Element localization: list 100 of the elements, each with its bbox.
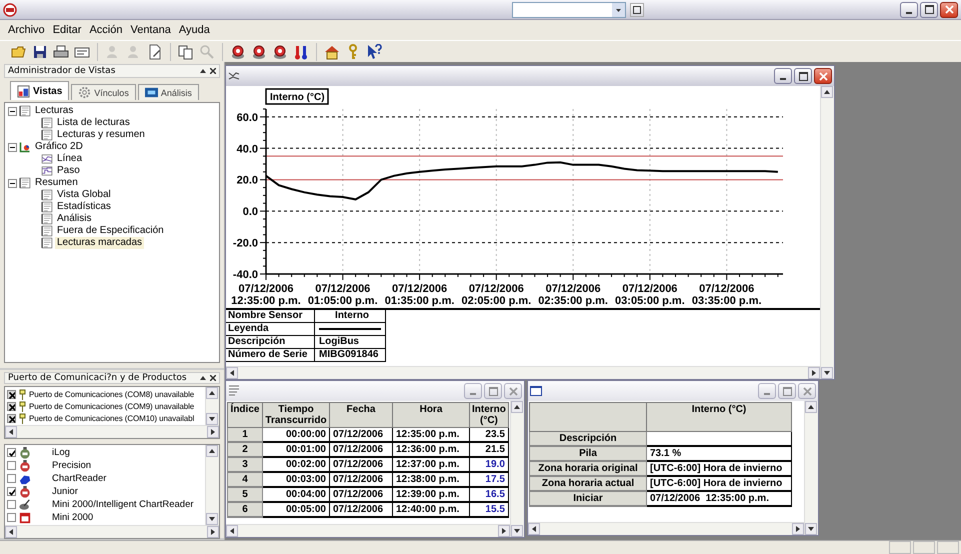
scroll-left-icon[interactable] xyxy=(226,525,238,537)
column-header[interactable]: Tiempo Transcurrido xyxy=(262,402,330,428)
maximize-button[interactable] xyxy=(794,68,812,84)
close-icon[interactable] xyxy=(210,68,216,74)
tab[interactable]: Análisis xyxy=(138,84,199,100)
checkbox[interactable] xyxy=(7,487,16,496)
checkbox[interactable] xyxy=(7,474,16,483)
tree-item[interactable]: Línea xyxy=(55,153,84,165)
list-item[interactable]: Precision xyxy=(52,460,92,471)
tab[interactable]: Vistas xyxy=(10,81,70,100)
scroll-right-icon[interactable] xyxy=(207,526,219,538)
scroll-left-icon[interactable] xyxy=(5,426,17,438)
column-header[interactable]: Interno (°C) xyxy=(470,402,508,428)
minimize-button[interactable] xyxy=(900,2,918,18)
scroll-left-icon[interactable] xyxy=(5,526,17,538)
checkbox[interactable] xyxy=(7,402,16,410)
printer-icon[interactable] xyxy=(52,42,70,60)
tree-item[interactable]: Resumen xyxy=(33,177,80,189)
scroll-down-icon[interactable] xyxy=(206,513,218,525)
tree-item[interactable]: Estadísticas xyxy=(55,201,113,213)
scroll-down-icon[interactable] xyxy=(805,523,817,535)
horizontal-scrollbar[interactable] xyxy=(226,366,820,379)
scroll-up-icon[interactable] xyxy=(805,401,817,413)
tree-item[interactable]: Lecturas y resumen xyxy=(55,129,147,141)
scroll-left-icon[interactable] xyxy=(226,367,238,379)
device-icon[interactable] xyxy=(250,42,268,60)
tab[interactable]: Vínculos xyxy=(71,84,136,100)
help-pointer-icon[interactable] xyxy=(365,42,383,60)
collapse-icon[interactable] xyxy=(8,178,17,188)
scroll-right-icon[interactable] xyxy=(792,523,804,535)
column-header[interactable]: Interno (°C) xyxy=(646,402,792,432)
scroll-up-icon[interactable] xyxy=(206,387,218,399)
menu-item[interactable]: Acción xyxy=(85,24,126,36)
scroll-right-icon[interactable] xyxy=(808,367,820,379)
list-item[interactable]: ChartReader xyxy=(52,473,106,484)
horizontal-scrollbar[interactable] xyxy=(5,425,219,438)
vertical-scrollbar[interactable] xyxy=(820,86,834,379)
scroll-right-icon[interactable] xyxy=(498,525,510,537)
tree-item[interactable]: Lista de lecturas xyxy=(55,117,132,129)
vertical-scrollbar[interactable] xyxy=(510,401,524,537)
table-cell: 07/12/2006 xyxy=(330,442,392,457)
list-item[interactable]: iLog xyxy=(52,447,70,458)
menu-item[interactable]: Archivo xyxy=(4,24,49,36)
checkbox[interactable] xyxy=(7,390,16,398)
maximize-button[interactable] xyxy=(920,2,938,18)
column-header[interactable]: Hora xyxy=(392,402,470,428)
scroll-down-icon[interactable] xyxy=(821,367,833,379)
pin-icon[interactable] xyxy=(200,68,206,74)
tree-item[interactable]: Análisis xyxy=(55,213,94,225)
close-button[interactable] xyxy=(940,2,958,18)
restore-button[interactable] xyxy=(630,2,644,16)
copy-icon[interactable] xyxy=(177,42,195,60)
list-item[interactable]: Mini 2000/Intelligent ChartReader xyxy=(52,499,194,510)
scroll-up-icon[interactable] xyxy=(821,86,833,98)
device-icon[interactable] xyxy=(271,42,289,60)
table-cell: 07/12/2006 xyxy=(330,428,392,442)
dropdown-field[interactable] xyxy=(512,2,626,18)
checkbox[interactable] xyxy=(7,448,16,457)
minimize-button[interactable] xyxy=(774,68,792,84)
menu-item[interactable]: Editar xyxy=(48,24,86,36)
collapse-icon[interactable] xyxy=(8,142,17,152)
close-icon[interactable] xyxy=(210,375,216,381)
checkbox[interactable] xyxy=(7,513,16,522)
tree-item[interactable]: Vista Global xyxy=(55,189,113,201)
horizontal-scrollbar[interactable] xyxy=(528,522,804,535)
scroll-up-icon[interactable] xyxy=(206,445,218,457)
horizontal-scrollbar[interactable] xyxy=(5,525,219,538)
scroll-up-icon[interactable] xyxy=(511,401,523,413)
vertical-scrollbar[interactable] xyxy=(205,445,219,525)
tree-item[interactable]: Lecturas xyxy=(33,105,76,117)
tree-item[interactable]: Paso xyxy=(55,165,82,177)
pin-icon[interactable] xyxy=(200,375,206,381)
table-cell: Nombre Sensor xyxy=(226,310,315,322)
scroll-right-icon[interactable] xyxy=(207,426,219,438)
horizontal-scrollbar[interactable] xyxy=(226,524,510,537)
list-item[interactable]: Junior xyxy=(52,486,78,497)
column-header[interactable]: Índice xyxy=(228,402,262,428)
scroll-left-icon[interactable] xyxy=(528,523,540,535)
checkbox[interactable] xyxy=(7,461,16,470)
tree-item[interactable]: Gráfico 2D xyxy=(33,141,85,153)
checkbox[interactable] xyxy=(7,500,16,509)
scroll-down-icon[interactable] xyxy=(206,413,218,425)
device-icon[interactable] xyxy=(229,42,247,60)
collapse-icon[interactable] xyxy=(8,106,17,116)
vertical-scrollbar[interactable] xyxy=(804,401,818,535)
tree-item[interactable]: Lecturas marcadas xyxy=(55,237,144,249)
table-cell: 00:00:00 xyxy=(262,428,330,442)
list-item[interactable]: Puerto de Comunicaciones (COM8) unavailable xyxy=(29,390,194,398)
vertical-scrollbar[interactable] xyxy=(205,387,219,425)
list-item[interactable]: Mini 2000 xyxy=(52,512,94,523)
list-item[interactable]: Puerto de Comunicaciones (COM9) unavailable xyxy=(29,402,194,410)
menu-item[interactable]: Ventana xyxy=(126,24,175,36)
checkbox[interactable] xyxy=(7,414,16,422)
column-header[interactable]: Fecha xyxy=(330,402,392,428)
tree-item[interactable]: Fuera de Especificación xyxy=(55,225,166,237)
menu-item[interactable]: Ayuda xyxy=(174,24,214,36)
row-header: 3 xyxy=(228,457,262,472)
scroll-down-icon[interactable] xyxy=(511,525,523,537)
close-button[interactable] xyxy=(814,68,832,84)
list-item[interactable]: Puerto de Comunicaciones (COM10) unavailabl xyxy=(29,414,194,422)
